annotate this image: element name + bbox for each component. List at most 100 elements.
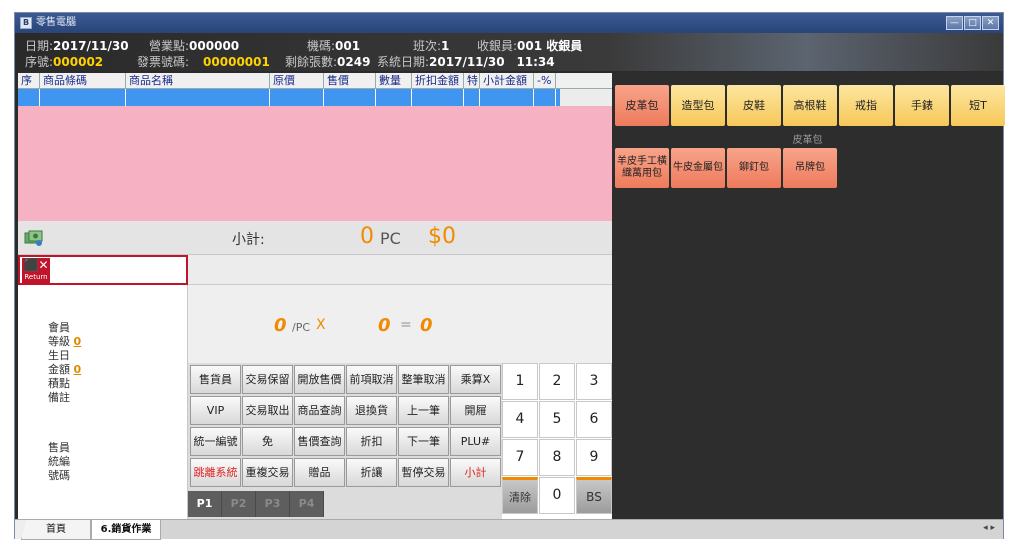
fn-return[interactable]: 退換貨 [346,396,397,425]
fn-void-item[interactable]: 前項取消 [346,365,397,394]
shift-value: 1 [441,39,450,53]
fn-repeat[interactable]: 重複交易 [242,458,293,487]
money-icon [24,230,43,246]
fn-void-all[interactable]: 整筆取消 [398,365,449,394]
barcode-input[interactable] [54,258,184,282]
page-p1[interactable]: P1 [188,491,222,517]
tab-strip: ◂ ▸ [161,520,1003,539]
numeric-keypad: 1 2 3 4 5 6 7 8 9 清除 0 BS [502,363,612,519]
time-value: 11:34 [516,55,555,69]
calc-total: 0 [420,315,433,336]
product-item[interactable]: 吊牌包 [783,148,837,188]
fn-discount[interactable]: 折扣 [346,427,397,456]
page-p2[interactable]: P2 [222,491,256,517]
minimize-button[interactable]: — [946,16,963,30]
tab-sales[interactable]: 6.銷貨作業 [91,520,161,540]
category-rings[interactable]: 戒指 [839,85,893,126]
fn-plu[interactable]: PLU# [450,427,501,456]
subtotal-bar: 小計: 0 PC $0 [18,221,612,255]
fn-vip[interactable]: VIP [190,396,241,425]
product-item[interactable]: 羊皮手工橫織萬用包 [615,148,669,188]
sysdate-value: 2017/11/30 [429,55,505,69]
key-3[interactable]: 3 [576,363,612,400]
fn-open-price[interactable]: 開放售價 [294,365,345,394]
key-0[interactable]: 0 [539,477,575,514]
fn-recall[interactable]: 交易取出 [242,396,293,425]
key-5[interactable]: 5 [539,401,575,438]
invoice-label: 發票號碼: [137,55,190,69]
col-qty[interactable]: 數量 [376,73,412,88]
category-leather-bag[interactable]: 皮革包 [615,85,669,126]
window-title: 零售電腦 [36,17,76,28]
app-icon: B [20,17,32,29]
seq-info: 序號:000002 [25,53,103,70]
backspace-key[interactable]: BS [576,477,612,514]
fn-open-drawer[interactable]: 開屜 [450,396,501,425]
fn-hold[interactable]: 交易保留 [242,365,293,394]
selected-row[interactable] [18,89,560,106]
calc-times: X [316,317,326,333]
shift-info: 班次:1 [413,37,449,54]
tab-home[interactable]: 首頁 [21,520,91,540]
calc-per-unit: /PC [292,321,311,334]
product-item[interactable]: 鉚釘包 [727,148,781,188]
key-2[interactable]: 2 [539,363,575,400]
amount-value[interactable]: 0 [74,363,82,376]
fn-free[interactable]: 免 [242,427,293,456]
col-subtotal[interactable]: 小計金額 [480,73,534,88]
category-leather-shoes[interactable]: 皮鞋 [727,85,781,126]
key-1[interactable]: 1 [502,363,538,400]
col-percent[interactable]: -% [534,73,556,88]
tab-scroll-arrows[interactable]: ◂ ▸ [983,523,995,533]
col-discount[interactable]: 折扣金額 [412,73,464,88]
return-label: Return [24,273,48,281]
fn-subtotal[interactable]: 小計 [450,458,501,487]
col-price[interactable]: 售價 [324,73,376,88]
calc-qty: 0 [274,315,287,336]
invoice-info: 發票號碼: 00000001 [137,53,270,70]
close-button[interactable]: ✕ [982,16,999,30]
fn-suspend[interactable]: 暫停交易 [398,458,449,487]
category-style-bag[interactable]: 造型包 [671,85,725,126]
key-8[interactable]: 8 [539,439,575,476]
product-item[interactable]: 牛皮金屬包 [671,148,725,188]
item-grid-body[interactable] [18,106,612,221]
fn-salesperson[interactable]: 售貨員 [190,365,241,394]
col-original-price[interactable]: 原價 [270,73,324,88]
machine-info: 機碼:001 [307,37,360,54]
category-watches[interactable]: 手錶 [895,85,949,126]
fn-multiply[interactable]: 乘算X [450,365,501,394]
fn-next[interactable]: 下一筆 [398,427,449,456]
maximize-button[interactable]: □ [964,16,981,30]
fn-exit-system[interactable]: 跳離系統 [190,458,241,487]
fn-gift[interactable]: 贈品 [294,458,345,487]
fn-price-lookup[interactable]: 售價查詢 [294,427,345,456]
return-icon[interactable]: ⬛✕ Return [22,258,50,284]
key-4[interactable]: 4 [502,401,538,438]
category-title: 皮革包 [792,135,823,146]
level-value[interactable]: 0 [74,335,82,348]
fn-item-lookup[interactable]: 商品查詢 [294,396,345,425]
remaining-label: 剩餘張數: [285,55,338,69]
member-panel: 會員 等級 0 生日 金額 0 積點 備註 售員 統編 號碼 [18,285,188,519]
key-6[interactable]: 6 [576,401,612,438]
page-p4[interactable]: P4 [290,491,324,517]
key-9[interactable]: 9 [576,439,612,476]
clear-key[interactable]: 清除 [502,477,538,514]
fn-tax-id[interactable]: 統一編號 [190,427,241,456]
fn-prev[interactable]: 上一筆 [398,396,449,425]
date-value: 2017/11/30 [53,39,129,53]
col-barcode[interactable]: 商品條碼 [40,73,126,88]
subtotal-amount: $0 [428,224,456,249]
page-p3[interactable]: P3 [256,491,290,517]
col-special[interactable]: 特 [464,73,480,88]
col-seq[interactable]: 序 [18,73,40,88]
subtotal-qty: 0 [360,224,374,249]
col-name[interactable]: 商品名稱 [126,73,270,88]
fn-allowance[interactable]: 折讓 [346,458,397,487]
key-7[interactable]: 7 [502,439,538,476]
category-tshirt[interactable]: 短T [951,85,1005,126]
store-label: 營業點: [149,39,190,53]
store-info: 營業點:000000 [149,37,239,54]
category-high-heels[interactable]: 高根鞋 [783,85,837,126]
